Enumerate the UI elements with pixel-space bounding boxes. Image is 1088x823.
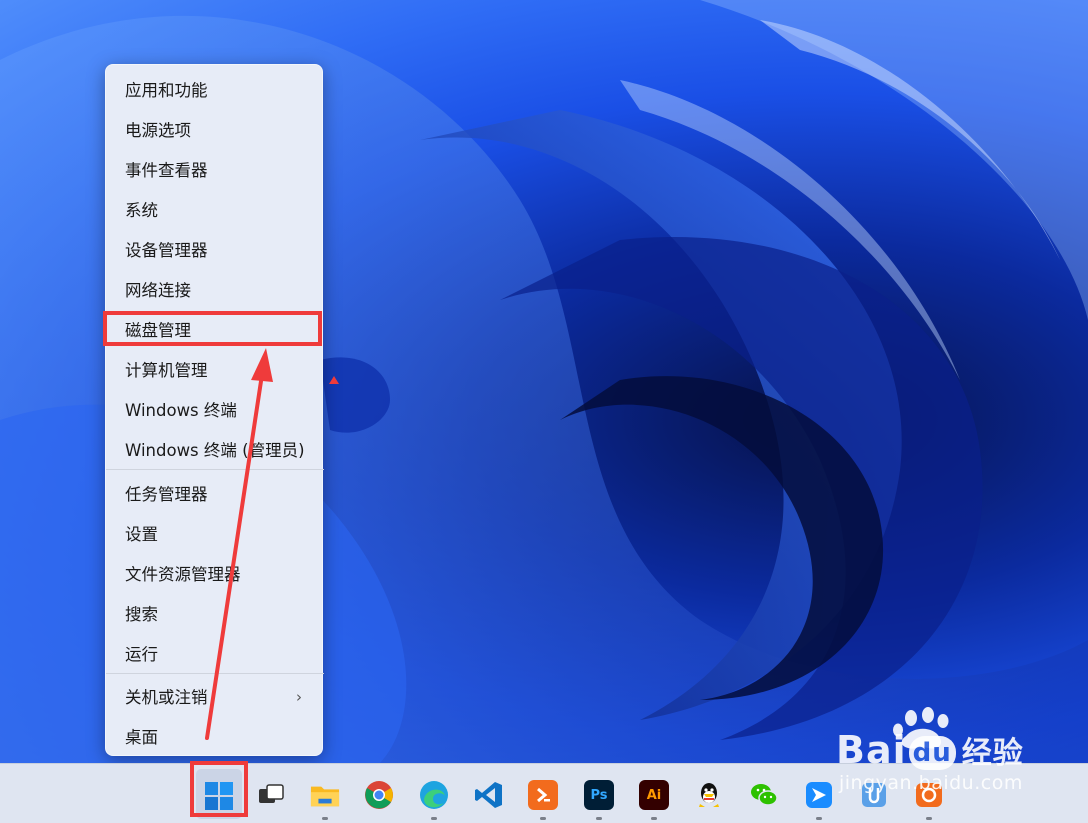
menu-item-device-manager[interactable]: 设备管理器 <box>106 231 324 267</box>
menu-item-network-connections[interactable]: 网络连接 <box>106 271 324 307</box>
terminal-app-icon[interactable] <box>528 780 558 810</box>
menu-item-label: 运行 <box>125 645 158 664</box>
chrome-icon[interactable] <box>364 780 394 810</box>
chevron-right-icon: › <box>296 688 302 706</box>
menu-item-label: 系统 <box>125 201 158 220</box>
menu-item-event-viewer[interactable]: 事件查看器 <box>106 151 324 187</box>
menu-item-label: 搜索 <box>125 605 158 624</box>
menu-item-windows-terminal[interactable]: Windows 终端 <box>106 391 324 427</box>
menu-item-label: 任务管理器 <box>125 485 208 504</box>
photoshop-label: Ps <box>590 787 608 803</box>
menu-item-label: 网络连接 <box>125 281 191 300</box>
menu-item-label: 关机或注销 <box>125 688 208 707</box>
menu-item-label: Windows 终端 (管理员) <box>125 441 305 460</box>
menu-item-system[interactable]: 系统 <box>106 191 324 227</box>
vscode-icon[interactable] <box>474 780 504 810</box>
running-indicator <box>651 817 657 820</box>
highlight-box-start-button <box>190 761 248 817</box>
menu-item-label: 应用和功能 <box>125 81 208 100</box>
watermark-brand-du: du <box>908 735 956 770</box>
illustrator-icon[interactable]: Ai <box>639 780 669 810</box>
menu-item-label: 电源选项 <box>125 121 191 140</box>
watermark-url: jingyan.baidu.com <box>839 772 1023 794</box>
qq-icon[interactable] <box>694 780 724 810</box>
baidu-jingyan-watermark: Bai du 经验 jingyan.baidu.com <box>836 706 1076 806</box>
menu-item-apps-features[interactable]: 应用和功能 <box>106 71 324 107</box>
file-explorer-icon[interactable] <box>310 780 340 810</box>
menu-item-label: 事件查看器 <box>125 161 208 180</box>
running-indicator <box>431 817 437 820</box>
menu-item-windows-terminal-admin[interactable]: Windows 终端 (管理员) <box>106 431 324 467</box>
menu-item-label: Windows 终端 <box>125 401 237 420</box>
menu-separator <box>106 673 324 674</box>
menu-item-desktop[interactable]: 桌面 <box>106 718 324 754</box>
menu-item-search[interactable]: 搜索 <box>106 595 324 631</box>
feishu-icon[interactable] <box>804 780 834 810</box>
menu-item-settings[interactable]: 设置 <box>106 515 324 551</box>
highlight-box-disk-management <box>103 311 322 346</box>
watermark-brand-bai: Bai <box>836 728 907 772</box>
watermark-brand: Bai du 经验 <box>836 728 1024 772</box>
menu-item-file-explorer[interactable]: 文件资源管理器 <box>106 555 324 591</box>
running-indicator <box>540 817 546 820</box>
watermark-brand-cn: 经验 <box>961 736 1024 771</box>
running-indicator <box>596 817 602 820</box>
running-indicator <box>322 817 328 820</box>
illustrator-label: Ai <box>646 787 662 803</box>
photoshop-icon[interactable]: Ps <box>584 780 614 810</box>
running-indicator <box>816 817 822 820</box>
menu-item-power-options[interactable]: 电源选项 <box>106 111 324 147</box>
winx-context-menu: 应用和功能 电源选项 事件查看器 系统 设备管理器 网络连接 磁盘管理 计算机管… <box>105 64 324 756</box>
menu-separator <box>106 469 324 470</box>
running-indicator <box>926 817 932 820</box>
menu-item-label: 桌面 <box>125 728 158 747</box>
task-view-icon[interactable] <box>256 780 286 810</box>
menu-item-task-manager[interactable]: 任务管理器 <box>106 475 324 511</box>
menu-item-label: 设备管理器 <box>125 241 208 260</box>
wechat-icon[interactable] <box>749 780 779 810</box>
menu-item-computer-management[interactable]: 计算机管理 <box>106 351 324 387</box>
menu-item-label: 计算机管理 <box>125 361 208 380</box>
menu-item-shutdown-signout[interactable]: 关机或注销 › <box>106 678 324 714</box>
edge-icon[interactable] <box>419 780 449 810</box>
menu-item-label: 文件资源管理器 <box>125 565 241 584</box>
menu-item-label: 设置 <box>125 525 158 544</box>
menu-item-run[interactable]: 运行 <box>106 635 324 671</box>
